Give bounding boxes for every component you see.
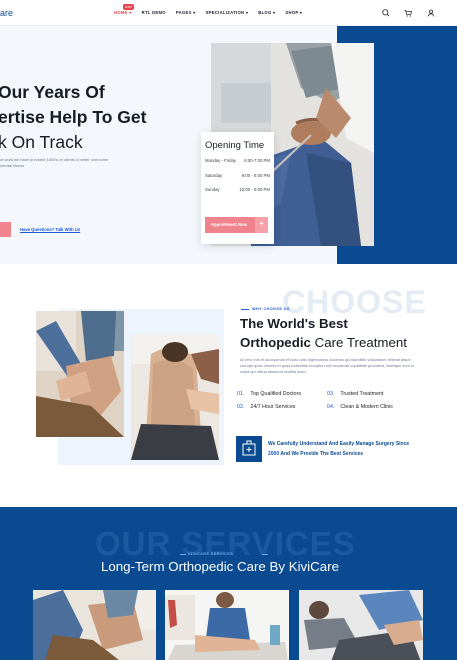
nav-item-shop[interactable]: SHOP ▾ [285,10,302,15]
tag-divider [262,554,268,555]
hours-time: 10:00 - 9:00 PM [239,187,270,192]
hero-title-line1: Our Years Of [0,82,105,102]
hours-row: Sunday 10:00 - 9:00 PM [205,187,270,202]
feature-number: 02. [237,404,245,410]
feature-number: 03. [327,391,335,397]
choose-title-line1: The World's Best [240,316,348,331]
hours-day: Monday - Friday [205,158,237,163]
nav-shop-label: SHOP [285,10,299,15]
hero-title: Our Years Of ertise Help To Get k On Tra… [0,80,146,155]
main-nav: HOME ▾ HOT RTL DEMO PAGES ▾ SPECIALIZATI… [114,4,302,15]
choose-description: At vero eos et accusamus et iusto odio d… [240,357,414,375]
services-section: OUR SERVICES KIVICARE SERVICES Long-Term… [0,507,457,660]
feature-label: 24/7 Hour Services [250,404,296,410]
nav-item-specialization[interactable]: SPECIALIZATION ▾ [206,10,249,15]
brand-logo[interactable]: are [0,8,13,18]
services-title: Long-Term Orthopedic Care By KiviCare [101,559,339,574]
feature-number: 04. [327,404,335,410]
hero-cta-button[interactable] [0,222,11,237]
hours-day: Sunday [205,187,220,192]
hours-time: 9:00 - 8:00 PM [241,172,270,178]
service-card-image[interactable] [165,590,289,660]
hot-badge: HOT [123,4,135,10]
tag-divider [241,309,249,310]
nav-blog-label: BLOG [258,10,272,15]
nav-home-label: HOME [114,10,128,15]
nav-item-rtl-demo[interactable]: RTL DEMO [142,10,166,15]
hero-title-line2: ertise Help To Get [0,107,147,127]
feature-item: 02. 24/7 Hour Services [237,404,327,410]
callout-text-end: And We Provide The Best Services [280,451,364,457]
plus-icon: + [255,217,268,233]
appointment-now-button[interactable]: Appointment Now + [205,217,268,233]
physio-back-therapy-image [131,334,219,460]
hospital-icon [236,436,262,462]
service-card-image[interactable] [33,590,156,660]
feature-item: 03. Trusted Treatment [327,391,417,397]
hours-time: 6:00-7:00 PM [244,158,270,163]
nav-pages-label: PAGES [175,10,192,15]
hero-title-line3: k On Track [0,132,83,152]
feature-list: 01. Top Qualified Doctors 03. Trusted Trea… [237,391,417,410]
nav-item-home[interactable]: HOME ▾ HOT [114,4,135,15]
opening-hours-card: Opening Time Monday - Friday 6:00-7:00 P… [201,132,274,244]
nav-item-blog[interactable]: BLOG ▾ [258,10,275,15]
nav-specialization-label: SPECIALIZATION [205,10,245,15]
hours-day: Saturday [205,172,223,178]
tag-divider [180,554,186,555]
callout-text-start: We Carefully Understand And Easily Manag… [268,441,410,447]
choose-title-bold: Orthopedic [240,335,311,350]
why-choose-us-tag: WHY CHOOSE US [252,307,290,311]
site-header: are HOME ▾ HOT RTL DEMO PAGES ▾ SPECIALI… [0,0,457,26]
feature-item: 04. Clean & Modern Clinic [327,404,417,410]
feature-label: Top Qualified Doctors [250,391,302,397]
services-tag: KIVICARE SERVICES [188,552,234,556]
feature-label: Trusted Treatment [340,391,384,397]
cart-icon[interactable] [403,8,413,18]
feature-number: 01. [237,391,245,397]
talk-with-us-link[interactable]: Have Questions? Talk With Us [20,227,80,232]
nav-item-pages[interactable]: PAGES ▾ [176,10,196,15]
hours-row: Monday - Friday 6:00-7:00 PM [205,158,270,173]
callout-text: We Carefully Understand And Easily Manag… [268,439,418,459]
service-card-image[interactable] [299,590,423,660]
hero-section: Our Years Of ertise Help To Get k On Tra… [0,26,457,264]
callout-year: 2000 [268,451,280,457]
search-icon[interactable] [381,8,391,18]
feature-item: 01. Top Qualified Doctors [237,391,327,397]
choose-title: The World's Best Orthopedic Care Treatme… [240,314,407,352]
physio-leg-therapy-image [36,311,124,437]
choose-title-light: Care Treatment [310,335,407,350]
hero-subtitle: of work we have provided 1000's of clien… [0,157,109,168]
feature-label: Clean & Modern Clinic [340,404,394,410]
user-icon[interactable] [426,8,436,18]
opening-hours-title: Opening Time [205,140,265,151]
services-watermark: OUR SERVICES [95,525,356,562]
appointment-button-label: Appointment Now [211,222,247,227]
hours-row: Saturday 9:00 - 8:00 PM [205,173,270,188]
